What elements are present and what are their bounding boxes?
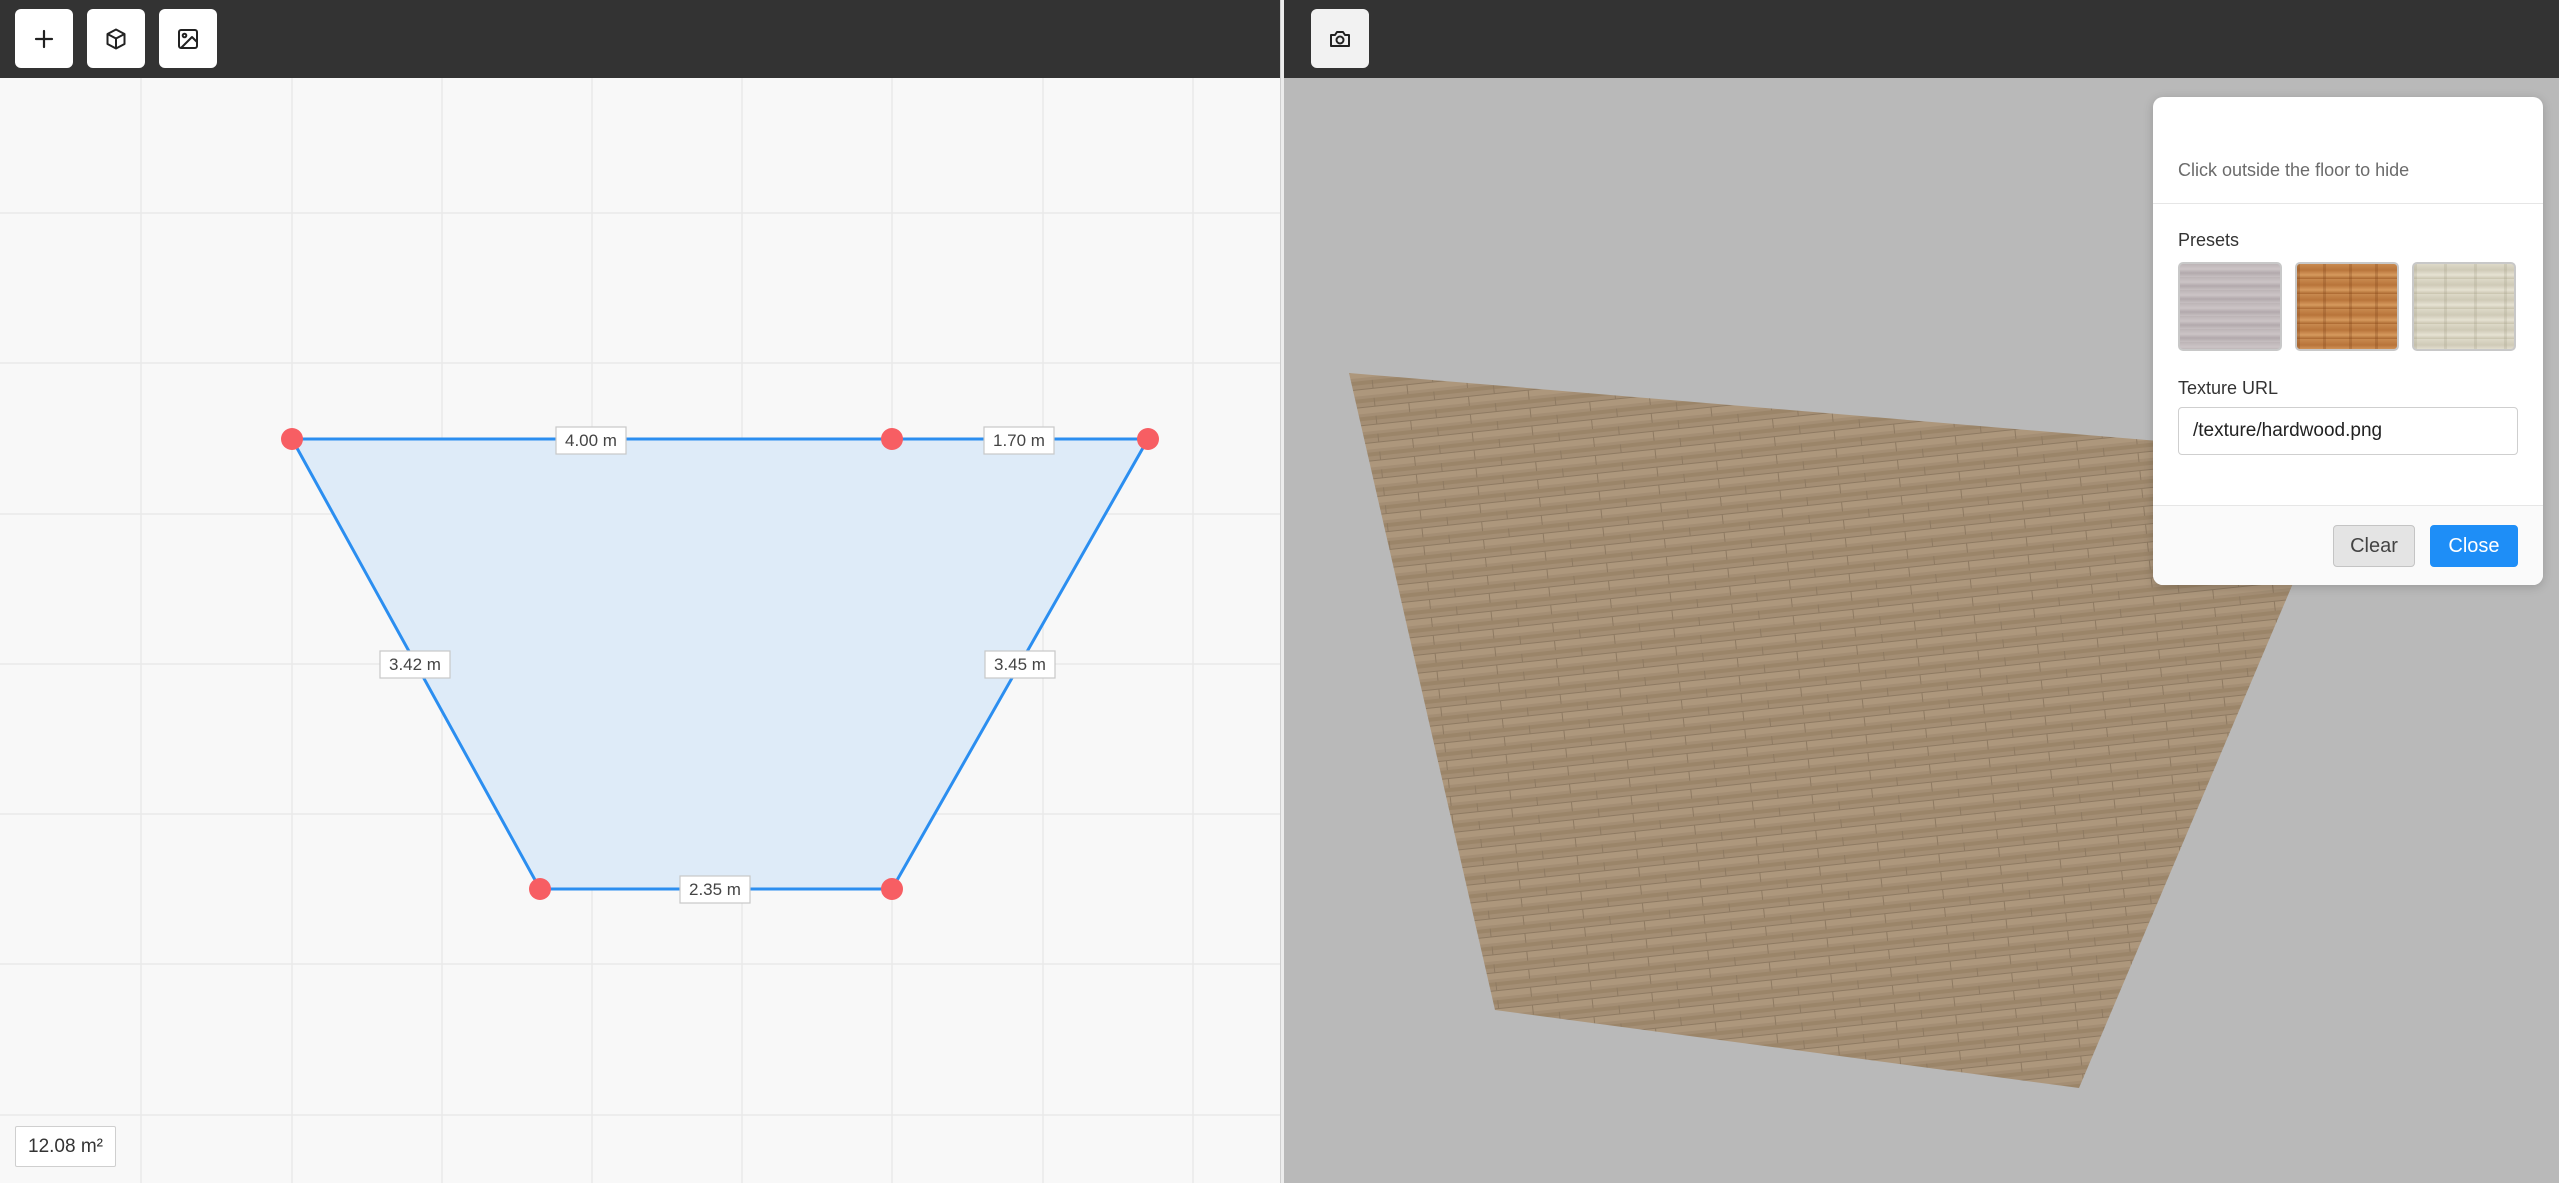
pale-wood-preset[interactable] (2412, 262, 2516, 351)
grey-wood-preset[interactable] (2178, 262, 2282, 351)
vertex-handle[interactable] (529, 878, 551, 900)
vertex-handle[interactable] (1137, 428, 1159, 450)
svg-text:3.42 m: 3.42 m (389, 655, 441, 674)
dimension-label-top-right: 1.70 m (983, 426, 1055, 455)
camera-icon (1330, 30, 1350, 47)
dimension-label-bottom: 2.35 m (679, 875, 751, 904)
presets-label: Presets (2178, 230, 2240, 250)
image-icon (178, 28, 198, 49)
add-button[interactable] (15, 9, 73, 68)
svg-text:3.45 m: 3.45 m (994, 655, 1046, 674)
dimension-label-right: 3.45 m (984, 650, 1056, 679)
plus-icon (34, 29, 54, 48)
panel-divider (2153, 203, 2543, 204)
area-readout: 12.08 m² (15, 1126, 116, 1167)
close-button[interactable]: Close (2430, 525, 2518, 567)
plan-toolbar (0, 0, 1280, 78)
vertex-handle[interactable] (881, 428, 903, 450)
vertex-handle[interactable] (281, 428, 303, 450)
hardwood-preset[interactable] (2295, 262, 2399, 351)
floor-texture-panel: Click outside the floor to hide Presets … (2153, 97, 2543, 585)
screenshot-button[interactable] (1311, 9, 1369, 68)
3d-toolbar (1284, 0, 2559, 78)
svg-text:2.35 m: 2.35 m (689, 880, 741, 899)
plan-editor-pane: 4.00 m 1.70 m 3.42 m 3.45 m 2.35 m 12.08… (0, 0, 1280, 1183)
cube-icon (106, 28, 126, 49)
floor-plan-canvas[interactable]: 4.00 m 1.70 m 3.42 m 3.45 m 2.35 m (0, 78, 1280, 1183)
texture-url-input[interactable] (2178, 407, 2518, 455)
svg-text:1.70 m: 1.70 m (993, 431, 1045, 450)
dimension-label-left: 3.42 m (379, 650, 451, 679)
image-button[interactable] (159, 9, 217, 68)
clear-button[interactable]: Clear (2333, 525, 2415, 567)
svg-text:4.00 m: 4.00 m (565, 431, 617, 450)
texture-url-label: Texture URL (2178, 378, 2279, 398)
panel-hint: Click outside the floor to hide (2178, 160, 2410, 180)
vertex-handle[interactable] (881, 878, 903, 900)
3d-view-button[interactable] (87, 9, 145, 68)
dimension-label-top-left: 4.00 m (555, 426, 627, 455)
